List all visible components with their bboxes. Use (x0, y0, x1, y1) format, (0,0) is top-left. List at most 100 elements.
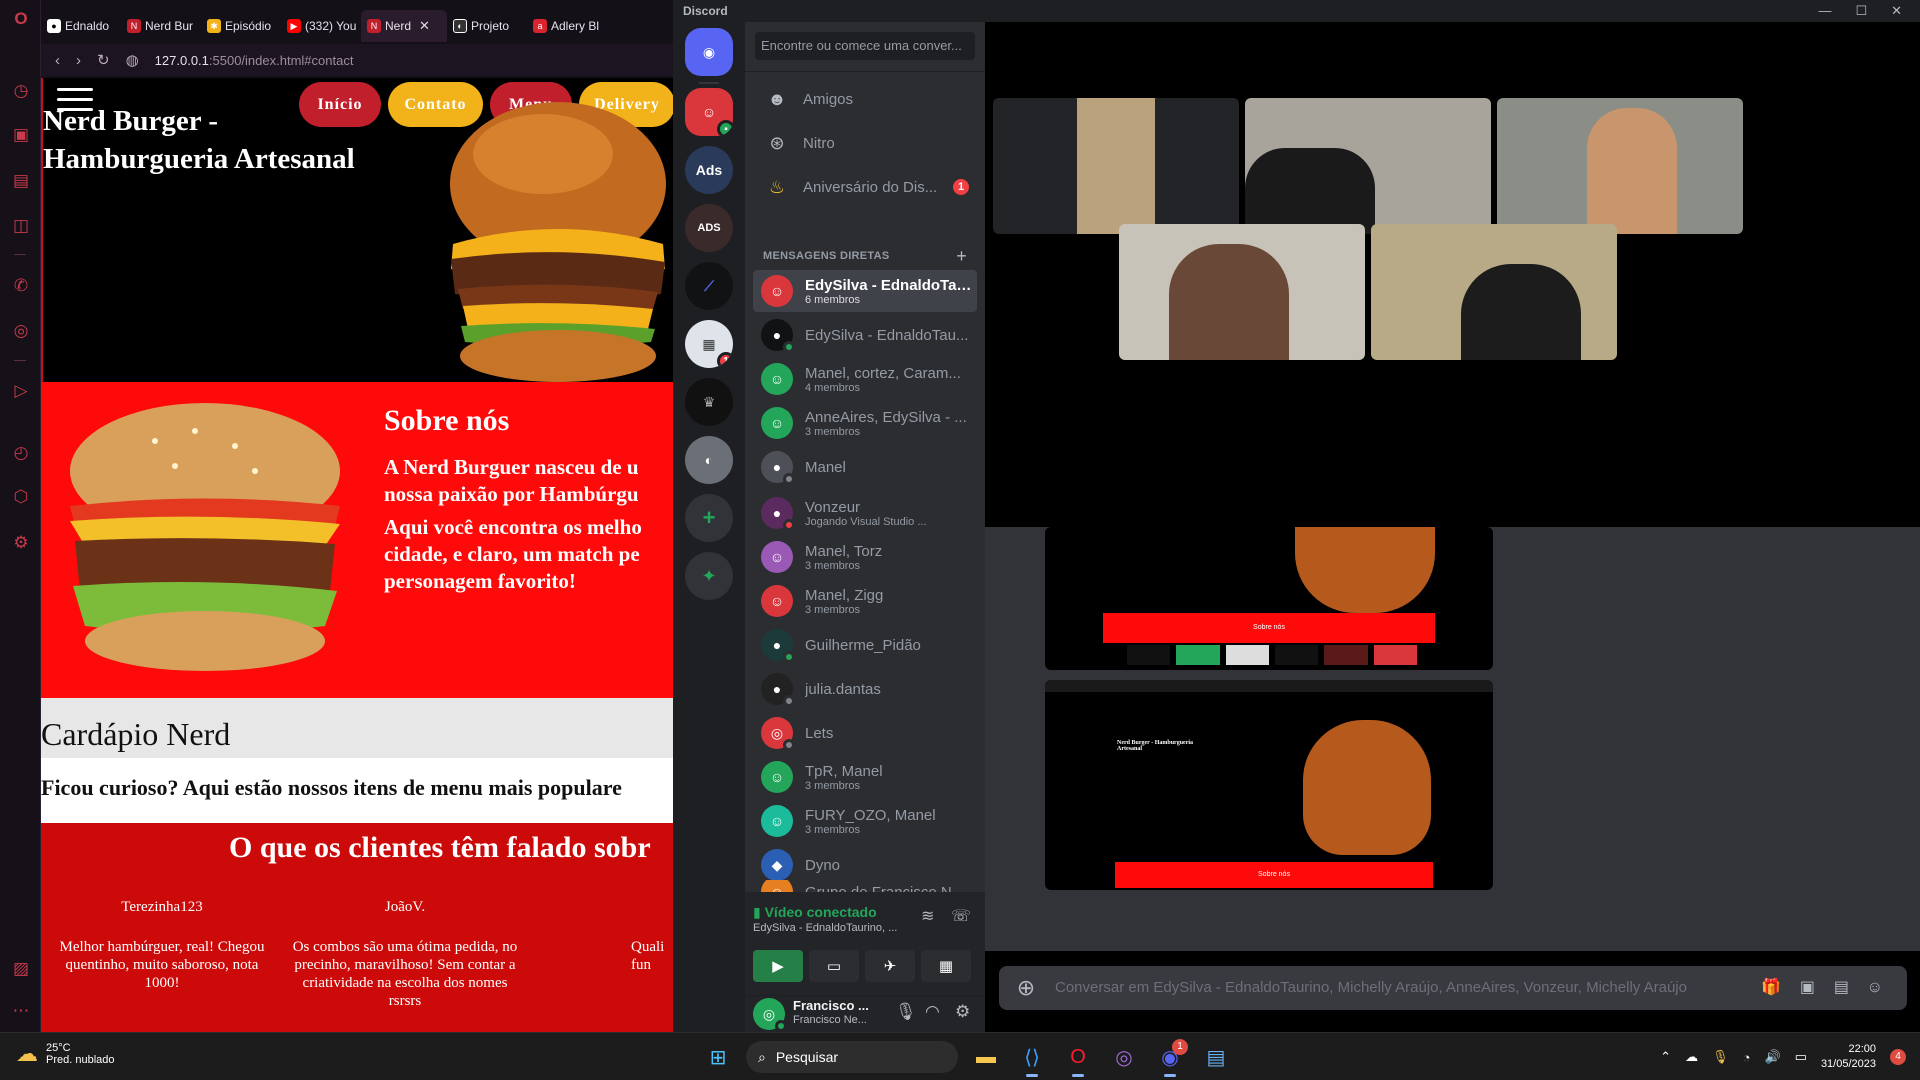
server-photo[interactable]: ◐ (685, 436, 733, 484)
dm-notify-icon[interactable]: ☺ ▪ (685, 88, 733, 136)
soundboard-button[interactable]: ▦ (921, 950, 971, 982)
tab-adlery[interactable]: a Adlery Bl (527, 10, 607, 42)
history-icon[interactable]: ◴ (10, 442, 32, 464)
dm-item[interactable]: ● Guilherme_Pidão (753, 624, 977, 666)
discord-taskbar-icon[interactable]: ◉ 1 (1152, 1039, 1188, 1077)
server-dev[interactable]: ⟋ (685, 262, 733, 310)
reload-icon[interactable]: ↻ (97, 51, 110, 69)
user-avatar[interactable]: ◎ (753, 998, 787, 1032)
camera-button[interactable]: ▶ (753, 950, 803, 982)
server-ads-2[interactable]: ADS (685, 204, 733, 252)
dm-item[interactable]: ☺ Manel, cortez, Caram... 4 membros (753, 358, 977, 400)
close-tab-icon[interactable]: ✕ (419, 18, 430, 34)
nav-nitro[interactable]: ⊛ Nitro (753, 122, 977, 164)
dm-item[interactable]: ☺ FURY_OZO, Manel 3 membros (753, 800, 977, 842)
voice-channel: EdySilva - EdnaldoTaurino, ... (753, 922, 898, 934)
wifi-icon[interactable]: ◔ (1743, 1050, 1751, 1065)
explore-icon[interactable]: ✦ (685, 552, 733, 600)
twitch-icon[interactable]: ▤ (10, 170, 32, 192)
video-call-area: Sobre nós Nerd Burger - Hamburgueria Art… (985, 22, 1920, 1032)
dm-item[interactable]: ☺ EdySilva - EdnaldoTau... 6 membros (753, 270, 977, 312)
video-tile[interactable] (993, 98, 1239, 234)
dm-item[interactable]: ☺ AnneAires, EdySilva - ... 3 membros (753, 402, 977, 444)
opera-icon[interactable]: O (1060, 1039, 1096, 1077)
nav-friends[interactable]: ☻ Amigos (753, 78, 977, 120)
maximize-icon[interactable]: ☐ (1855, 0, 1867, 22)
video-tile[interactable] (1371, 224, 1617, 360)
server-crown[interactable]: ♛ (685, 378, 733, 426)
nav-birthday[interactable]: ♨ Aniversário do Dis... 1 (753, 166, 977, 208)
video-tile[interactable] (1245, 98, 1491, 234)
notification-badge[interactable]: 4 (1890, 1049, 1906, 1065)
instagram-icon[interactable]: ◫ (10, 215, 32, 237)
discord-sidebar-icon[interactable]: ◎ (10, 320, 32, 342)
dm-item[interactable]: ☺ TpR, Manel 3 membros (753, 756, 977, 798)
server-ads[interactable]: Ads (685, 146, 733, 194)
tab-nerd-active[interactable]: N Nerd ✕ (361, 10, 447, 42)
discord-home-icon[interactable]: ◉ (685, 28, 733, 76)
activity-button[interactable]: ✈ (865, 950, 915, 982)
dm-item[interactable]: ● Manel (753, 446, 977, 488)
screen-share-stream[interactable]: Sobre nós (1045, 527, 1493, 670)
tab-ednaldo[interactable]: ● Ednaldo (41, 10, 121, 42)
notepad-icon[interactable]: ▤ (1198, 1039, 1234, 1075)
dm-item[interactable]: ☺ Manel, Torz 3 membros (753, 536, 977, 578)
more-icon[interactable]: ⋯ (10, 1000, 32, 1022)
tab-episodio[interactable]: ✱ Episódio (201, 10, 281, 42)
weather-widget[interactable]: ☁ 25°C Pred. nublado (16, 1041, 115, 1067)
minimize-icon[interactable]: — (1818, 0, 1831, 22)
wallpaper-icon[interactable]: ▨ (10, 958, 32, 980)
gift-icon[interactable]: 🎁 (1761, 966, 1781, 1010)
emoji-icon[interactable]: ☺ (1867, 966, 1883, 1010)
nav-inicio[interactable]: Início (299, 82, 381, 127)
speed-dial-icon[interactable]: ◷ (10, 80, 32, 102)
dm-item[interactable]: ◎ Lets (753, 712, 977, 754)
settings-icon[interactable]: ⚙ (10, 532, 32, 554)
vscode-icon[interactable]: ⟨⟩ (1014, 1039, 1050, 1077)
chevron-up-icon[interactable]: ⌃ (1660, 1049, 1671, 1065)
whatsapp-icon[interactable]: ✆ (10, 275, 32, 297)
player-icon[interactable]: ▷ (10, 380, 32, 402)
settings-gear-icon[interactable]: ⚙ (955, 1002, 970, 1022)
microphone-tray-icon[interactable]: 🎙 (1712, 1049, 1729, 1065)
screen-share-stream[interactable]: Nerd Burger - Hamburgueria Artesanal Sob… (1045, 680, 1493, 890)
dm-item[interactable]: ● EdySilva - EdnaldoTau... (753, 314, 977, 356)
add-server-icon[interactable]: + (685, 494, 733, 542)
tab-nerd-burger[interactable]: N Nerd Bur (121, 10, 201, 42)
disconnect-icon[interactable]: ☏ (951, 906, 971, 926)
dm-search-input[interactable]: Encontre ou comece uma conver... (755, 32, 975, 60)
shopping-icon[interactable]: ▣ (10, 124, 32, 146)
tab-youtube[interactable]: ▶ (332) You (281, 10, 361, 42)
divider (745, 71, 985, 72)
noise-suppression-icon[interactable]: ≋ (921, 906, 934, 926)
url-field[interactable]: 127.0.0.1:5500/index.html#contact (155, 53, 354, 68)
sticker-icon[interactable]: ▤ (1834, 966, 1849, 1010)
file-explorer-icon[interactable]: ▬ (968, 1039, 1004, 1075)
opera-logo-icon[interactable]: O (10, 8, 32, 30)
attach-plus-icon[interactable]: ⊕ (1013, 966, 1039, 1010)
forward-icon[interactable]: › (76, 52, 81, 69)
microphone-icon[interactable]: 🎙 (895, 1002, 917, 1022)
start-icon[interactable]: ⊞ (700, 1039, 736, 1075)
headphones-icon[interactable]: ◠ (925, 1002, 940, 1022)
close-icon[interactable]: ✕ (1891, 0, 1902, 22)
screen-share-button[interactable]: ▭ (809, 950, 859, 982)
create-dm-icon[interactable]: + (956, 246, 967, 267)
github-desktop-icon[interactable]: ◎ (1106, 1039, 1142, 1075)
video-tile[interactable] (1119, 224, 1365, 360)
message-input[interactable]: ⊕ Conversar em EdySilva - EdnaldoTaurino… (999, 966, 1907, 1010)
dm-item[interactable]: ● Vonzeur Jogando Visual Studio ... (753, 492, 977, 534)
dm-item[interactable]: ☺ Manel, Zigg 3 membros (753, 580, 977, 622)
server-diagram[interactable]: ▦ 1 (685, 320, 733, 368)
extensions-icon[interactable]: ⬡ (10, 486, 32, 508)
back-icon[interactable]: ‹ (55, 52, 60, 69)
volume-icon[interactable]: 🔊 (1764, 1049, 1780, 1065)
video-tile[interactable] (1497, 98, 1743, 234)
clock[interactable]: 22:00 31/05/2023 (1821, 1042, 1876, 1072)
battery-icon[interactable]: ▭ (1795, 1049, 1807, 1065)
taskbar-search[interactable]: ⌕ Pesquisar (746, 1041, 958, 1073)
dm-item[interactable]: ● julia.dantas (753, 668, 977, 710)
gif-icon[interactable]: ▣ (1800, 966, 1815, 1010)
onedrive-icon[interactable]: ☁ (1685, 1049, 1698, 1065)
tab-projeto[interactable]: ◐ Projeto (447, 10, 527, 42)
